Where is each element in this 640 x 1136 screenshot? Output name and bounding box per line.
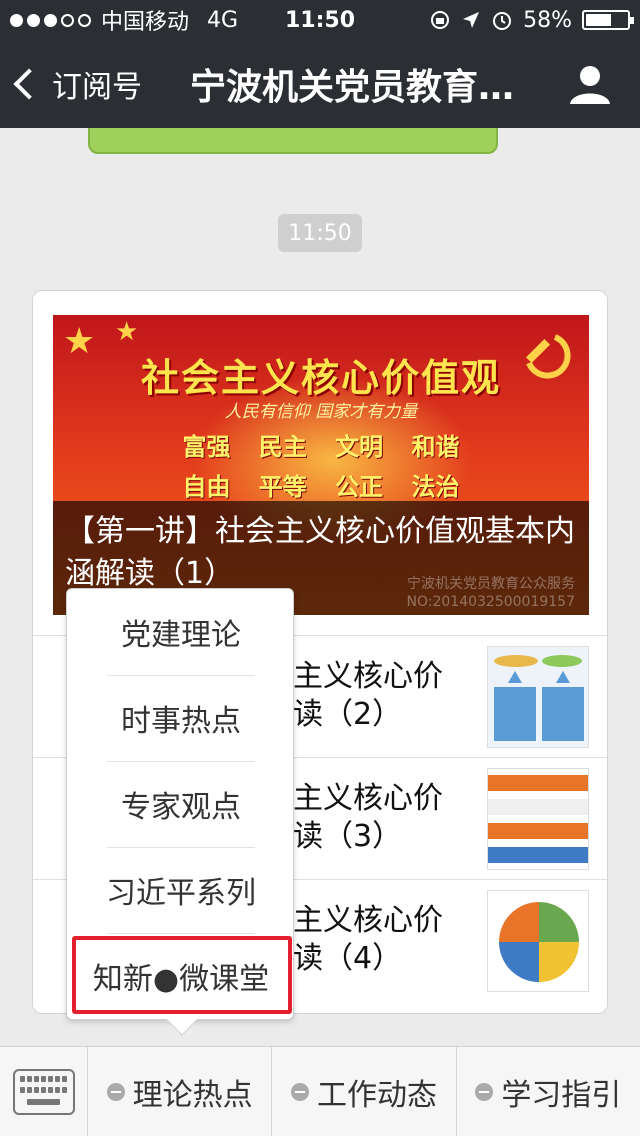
core-values-row-2: 自由 平等 公正 法治 [182,473,460,501]
keyboard-icon [12,1069,75,1115]
watermark: 宁波机关党员教育公众服务 NO:2014032500019157 [406,576,575,610]
menu-lines-icon [475,1082,494,1101]
chevron-left-icon [13,68,45,100]
menu-item-current-affairs[interactable]: 时事热点 [67,675,295,761]
menu-item-xi-series[interactable]: 习近平系列 [67,847,295,933]
page-title: 宁波机关党员教育公众服务 [190,67,520,108]
article-thumbnail [487,768,589,870]
menu-item-party-theory[interactable]: 党建理论 [67,589,295,675]
nav-bar: 订阅号 宁波机关党员教育公众服务 [0,40,640,128]
banner-title: 社会主义核心价值观 [140,356,501,400]
tab-theory-hotspots[interactable]: 理论热点 [88,1047,273,1136]
profile-icon[interactable] [568,62,612,106]
article-thumbnail [487,890,589,992]
menu-lines-icon [106,1082,125,1101]
back-label: 订阅号 [52,70,142,105]
tab-work-news[interactable]: 工作动态 [272,1047,457,1136]
back-button[interactable]: 订阅号 [0,62,142,106]
tab-label: 学习指引 [501,1077,622,1113]
bottom-menu-bar: 理论热点 工作动态 学习指引 [0,1046,640,1136]
tab-label: 工作动态 [316,1077,437,1113]
lead-article[interactable]: ★ ★ 社会主义核心价值观 人民有信仰 国家才有力量 富强 民主 文明 和谐 自… [53,315,589,615]
banner-slogan: 人民有信仰 国家才有力量 [224,402,418,422]
message-timestamp: 11:50 [278,214,362,252]
battery-icon [582,10,634,30]
submenu-popup: 党建理论 时事热点 专家观点 习近平系列 知新●微课堂 [66,588,295,1036]
tab-label: 理论热点 [132,1077,253,1113]
core-values-row-1: 富强 民主 文明 和谐 [182,433,460,461]
star-icon: ★ [115,317,139,347]
tab-study-guide[interactable]: 学习指引 [457,1047,640,1136]
status-time: 11:50 [284,7,356,33]
keyboard-toggle-button[interactable] [0,1047,88,1136]
status-bar: 中国移动 4G 11:50 58% [0,0,640,40]
article-thumbnail [487,646,589,748]
menu-item-expert-views[interactable]: 专家观点 [67,761,295,847]
menu-lines-icon [290,1082,309,1101]
previous-message-bubble [88,128,498,154]
